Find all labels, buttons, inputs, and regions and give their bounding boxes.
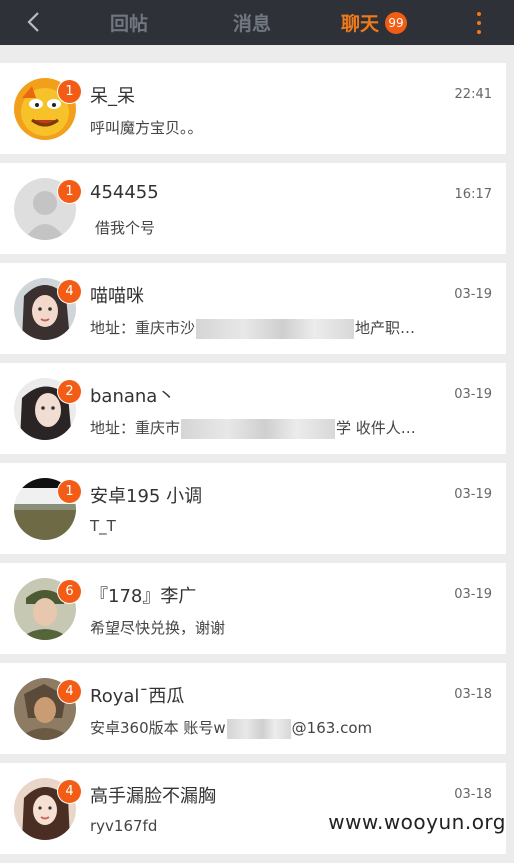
- chat-message: 地址：重庆市沙 地产职…: [90, 317, 415, 339]
- unread-badge: 1: [58, 480, 81, 503]
- chat-message-start: 地址：重庆市: [90, 419, 181, 437]
- chat-message: 呼叫魔方宝贝。。: [90, 119, 203, 137]
- chat-name: 高手漏脸不漏胸: [90, 786, 216, 807]
- chat-message: 地址：重庆市 学 收件人…: [90, 417, 416, 439]
- chat-message: ryv167fd: [90, 817, 158, 835]
- more-vertical-icon: [477, 12, 481, 16]
- chat-message: 安卓360版本 账号w @163.com: [90, 717, 372, 739]
- tab-messages-label: 消息: [233, 13, 272, 35]
- unread-badge: 4: [58, 280, 81, 303]
- chat-list: 1 呆_呆 22:41 呼叫魔方宝贝。。 1 454455 16:17 借我个号: [0, 63, 514, 863]
- back-button[interactable]: [18, 6, 48, 38]
- chat-item[interactable]: 1 安卓195 小调 03-19 T_T: [0, 463, 506, 554]
- chat-message-end: 学 收件人…: [336, 419, 416, 437]
- unread-badge: 1: [58, 80, 81, 103]
- tab-replies-label: 回帖: [110, 13, 149, 35]
- tab-replies[interactable]: 回帖: [110, 0, 148, 45]
- chat-message-start: 安卓360版本 账号w: [90, 719, 226, 737]
- tab-messages[interactable]: 消息: [233, 0, 271, 45]
- chat-time: 03-19: [454, 587, 492, 602]
- unread-badge: 1: [58, 180, 81, 203]
- watermark: www.wooyun.org: [328, 810, 506, 834]
- chat-message-end: @163.com: [291, 719, 373, 737]
- unread-badge: 4: [58, 680, 81, 703]
- chat-name: 安卓195 小调: [90, 486, 203, 507]
- chat-time: 22:41: [454, 87, 492, 102]
- redacted-block: [226, 718, 291, 739]
- chat-item[interactable]: 1 454455 16:17 借我个号: [0, 163, 506, 254]
- chat-time: 03-18: [454, 687, 492, 702]
- chevron-left-icon: [27, 12, 39, 32]
- chat-name: 『178』李广: [90, 586, 197, 607]
- chat-time: 16:17: [454, 187, 492, 202]
- top-bar: 回帖 消息 聊天 99: [0, 0, 514, 45]
- chat-time: 03-19: [454, 487, 492, 502]
- chat-time: 03-19: [454, 387, 492, 402]
- chat-item[interactable]: 4 Royal¯西瓜 03-18 安卓360版本 账号w @163.com: [0, 663, 506, 754]
- redacted-block: [196, 318, 355, 339]
- chat-name: 喵喵咪: [90, 286, 144, 307]
- chat-item[interactable]: 1 呆_呆 22:41 呼叫魔方宝贝。。: [0, 63, 506, 154]
- unread-badge: 6: [58, 580, 81, 603]
- unread-badge: 4: [58, 780, 81, 803]
- chat-name: Royal¯西瓜: [90, 686, 185, 707]
- chat-message: T_T: [90, 517, 116, 535]
- chat-name: banana丶: [90, 386, 176, 407]
- tab-chat[interactable]: 聊天 99: [341, 0, 408, 45]
- chat-item[interactable]: 6 『178』李广 03-19 希望尽快兑换，谢谢: [0, 563, 506, 654]
- more-button[interactable]: [476, 12, 482, 34]
- chat-item[interactable]: 4 喵喵咪 03-19 地址：重庆市沙 地产职…: [0, 263, 506, 354]
- chat-name: 454455: [90, 182, 159, 203]
- redacted-block: [181, 418, 336, 439]
- chat-message-end: 地产职…: [355, 319, 416, 337]
- chat-item[interactable]: 4 高手漏脸不漏胸 03-18 ryv167fd: [0, 763, 506, 854]
- chat-unread-badge: 99: [385, 11, 408, 34]
- chat-name: 呆_呆: [90, 86, 135, 107]
- chat-time: 03-19: [454, 287, 492, 302]
- chat-item[interactable]: 2 banana丶 03-19 地址：重庆市 学 收件人…: [0, 363, 506, 454]
- chat-message-start: 地址：重庆市沙: [90, 319, 196, 337]
- chat-time: 03-18: [454, 787, 492, 802]
- tab-chat-label: 聊天: [341, 13, 380, 35]
- chat-message: 借我个号: [95, 219, 156, 237]
- chat-message: 希望尽快兑换，谢谢: [90, 619, 226, 637]
- unread-badge: 2: [58, 380, 81, 403]
